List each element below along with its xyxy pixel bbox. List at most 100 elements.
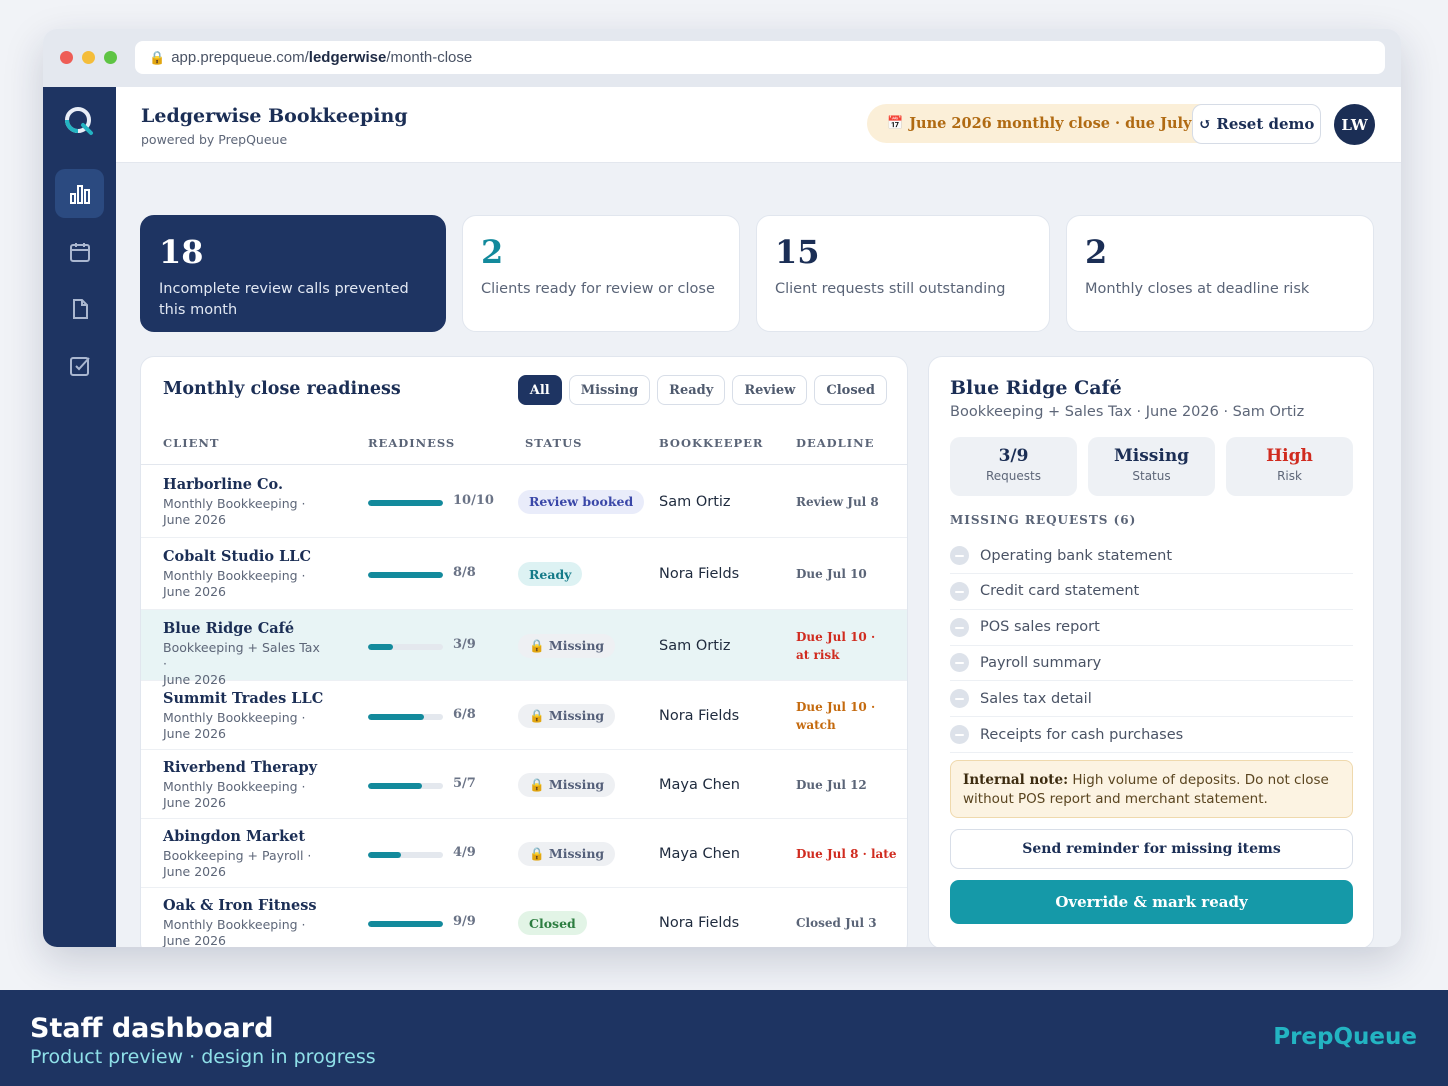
client-service: Monthly Bookkeeping · June 2026 <box>163 710 323 742</box>
stat-value: 2 <box>481 233 504 271</box>
bookkeeper-name: Maya Chen <box>659 845 740 862</box>
filter-ready[interactable]: Ready <box>657 375 726 405</box>
status-filter-group: All Missing Ready Review Closed <box>517 375 887 405</box>
table-header: CLIENT READINESS STATUS BOOKKEEPER DEADL… <box>141 425 907 465</box>
override-mark-ready-button[interactable]: Override & mark ready <box>950 880 1353 924</box>
stat-card-deadline-risk: 2 Monthly closes at deadline risk <box>1066 215 1374 332</box>
client-service: Monthly Bookkeeping · June 2026 <box>163 917 323 947</box>
readiness-fraction: 5/7 <box>453 775 476 791</box>
column-header-client[interactable]: CLIENT <box>163 436 219 450</box>
filter-review[interactable]: Review <box>732 375 808 405</box>
stat-label: Incomplete review calls prevented this m… <box>159 281 409 318</box>
table-row[interactable]: Blue Ridge Café Bookkeeping + Sales Tax ·… <box>141 610 907 687</box>
readiness-fraction: 3/9 <box>453 636 476 652</box>
metric-label: Requests <box>986 469 1041 483</box>
lock-icon: 🔒 <box>149 49 166 65</box>
table-row[interactable]: Oak & Iron Fitness Monthly Bookkeeping · J… <box>141 888 907 947</box>
readiness-bar-fill <box>368 572 443 578</box>
column-header-status[interactable]: STATUS <box>525 436 582 450</box>
minus-circle-icon <box>950 617 969 637</box>
missing-request-item[interactable]: POS sales report <box>950 610 1353 646</box>
client-service: Monthly Bookkeeping · June 2026 <box>163 568 323 600</box>
nav-tasks[interactable] <box>55 341 104 390</box>
readiness-fraction: 9/9 <box>453 914 476 929</box>
minus-circle-icon <box>950 689 969 709</box>
client-period: June 2026 <box>163 511 227 527</box>
client-service: Bookkeeping + Payroll · June 2026 <box>163 848 323 880</box>
client-period: June 2026 <box>163 584 227 599</box>
table-row[interactable]: Summit Trades LLC Monthly Bookkeeping · Ju… <box>141 681 907 750</box>
client-period: June 2026 <box>163 933 227 947</box>
reset-demo-button[interactable]: ↺ Reset demo <box>1192 104 1321 144</box>
bookkeeper-name: Maya Chen <box>659 776 740 793</box>
metric-value: Missing <box>1113 446 1190 466</box>
firm-subtitle: powered by PrepQueue <box>141 132 288 147</box>
column-header-readiness[interactable]: READINESS <box>368 436 455 450</box>
readiness-fraction: 10/10 <box>453 492 494 508</box>
status-badge: 🔒 Missing <box>518 772 616 797</box>
nav-dashboard[interactable] <box>55 169 104 218</box>
bookkeeper-name: Sam Ortiz <box>659 637 731 654</box>
table-row[interactable]: Riverbend Therapy Monthly Bookkeeping · Ju… <box>141 750 907 819</box>
deadline-text: Review Jul 8 <box>796 494 879 509</box>
client-name: Riverbend Therapy <box>163 758 318 776</box>
filter-missing[interactable]: Missing <box>568 375 651 405</box>
nav-documents[interactable] <box>55 284 104 333</box>
readiness-bar-fill <box>368 851 402 858</box>
browser-window: 🔒 app.prepqueue.com/ledgerwise/month-clo… <box>43 29 1401 947</box>
minus-circle-icon <box>950 546 969 565</box>
metric-label: Risk <box>1277 469 1302 483</box>
deadline-text: Closed Jul 3 <box>796 916 877 930</box>
table-row[interactable]: Cobalt Studio LLC Monthly Bookkeeping · Ju… <box>141 538 907 610</box>
prepqueue-logo-icon[interactable] <box>63 105 95 142</box>
status-badge: Closed <box>518 911 587 935</box>
missing-request-item[interactable]: Payroll summary <box>950 645 1353 682</box>
readiness-bar <box>368 643 443 650</box>
missing-request-label: Operating bank statement <box>980 547 1173 564</box>
stat-card-clients-ready: 2 Clients ready for review or close <box>462 215 740 332</box>
client-name: Oak & Iron Fitness <box>163 897 317 914</box>
stat-value: 15 <box>775 233 820 271</box>
close-period-pill[interactable]: 📅 June 2026 monthly close · due July 10 <box>867 104 1239 143</box>
missing-request-item[interactable]: Credit card statement <box>950 574 1353 610</box>
stat-label: Clients ready for review or close <box>481 281 715 297</box>
metric-status: Missing Status <box>1088 437 1215 496</box>
status-badge: Ready <box>518 562 583 586</box>
nav-calendar[interactable] <box>55 227 104 276</box>
minimize-window-button[interactable] <box>82 51 95 64</box>
column-header-bookkeeper[interactable]: BOOKKEEPER <box>659 436 763 450</box>
filter-all[interactable]: All <box>517 375 562 405</box>
stat-value: 2 <box>1085 233 1108 271</box>
readiness-bar-fill <box>368 499 443 506</box>
sidebar <box>43 87 116 947</box>
footer-subtitle: Product preview · design in progress <box>30 1046 376 1068</box>
readiness-bar <box>368 921 443 927</box>
minus-circle-icon <box>950 725 969 744</box>
url-prefix: app.prepqueue.com/ <box>171 49 309 66</box>
readiness-bar-fill <box>368 643 393 650</box>
column-header-deadline[interactable]: DEADLINE <box>796 436 874 450</box>
avatar[interactable]: LW <box>1334 104 1375 145</box>
missing-request-label: POS sales report <box>980 619 1100 636</box>
deadline-cell: Due Jul 10 · watch <box>796 698 875 734</box>
address-bar[interactable]: 🔒 app.prepqueue.com/ledgerwise/month-clo… <box>135 41 1385 74</box>
detail-client-name: Blue Ridge Café <box>950 377 1122 399</box>
missing-request-item[interactable]: Receipts for cash purchases <box>950 717 1353 753</box>
bar-chart-icon <box>69 184 90 204</box>
table-row[interactable]: Harborline Co. Monthly Bookkeeping · June … <box>141 465 907 538</box>
missing-requests-title: MISSING REQUESTS (6) <box>950 513 1137 527</box>
metric-value: 3/9 <box>998 446 1029 466</box>
send-reminder-button[interactable]: Send reminder for missing items <box>950 829 1353 869</box>
table-row[interactable]: Abingdon Market Bookkeeping + Payroll · Ju… <box>141 819 907 888</box>
filter-closed[interactable]: Closed <box>814 375 887 405</box>
maximize-window-button[interactable] <box>104 51 117 64</box>
url-suffix: /month-close <box>386 49 473 66</box>
missing-request-item[interactable]: Operating bank statement <box>950 538 1353 574</box>
calendar-icon: 📅 <box>887 116 904 131</box>
missing-request-item[interactable]: Sales tax detail <box>950 681 1353 718</box>
close-window-button[interactable] <box>60 51 73 64</box>
metric-risk: High Risk <box>1226 437 1353 496</box>
url-bold: ledgerwise <box>308 49 387 66</box>
footer-brand: PrepQueue <box>1273 1024 1417 1050</box>
deadline-cell: Due Jul 12 <box>796 776 867 794</box>
